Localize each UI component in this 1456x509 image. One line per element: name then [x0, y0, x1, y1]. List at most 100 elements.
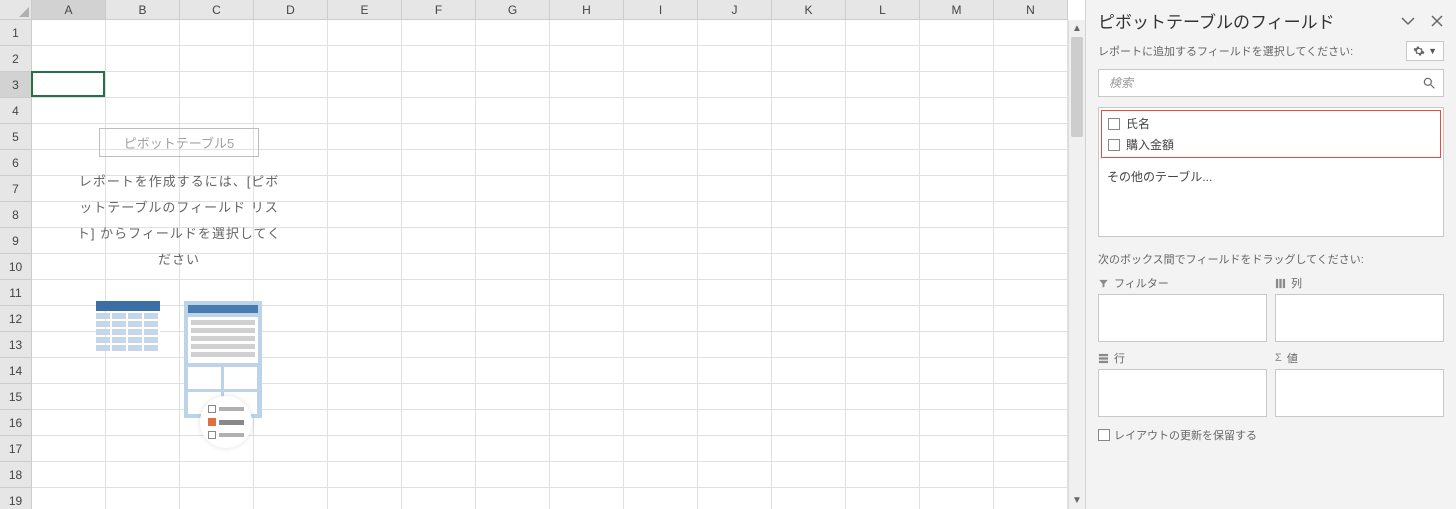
cell[interactable] — [106, 72, 180, 98]
cell[interactable] — [328, 280, 402, 306]
cell[interactable] — [846, 306, 920, 332]
cell[interactable] — [920, 46, 994, 72]
cell[interactable] — [476, 254, 550, 280]
cell[interactable] — [106, 488, 180, 509]
cell[interactable] — [180, 384, 254, 410]
cell[interactable] — [772, 306, 846, 332]
row-header[interactable]: 4 — [0, 98, 32, 124]
cell[interactable] — [32, 176, 106, 202]
cell[interactable] — [846, 280, 920, 306]
column-header[interactable]: E — [328, 0, 402, 20]
cell[interactable] — [846, 488, 920, 509]
cell[interactable] — [254, 358, 328, 384]
row-header[interactable]: 16 — [0, 410, 32, 436]
cell[interactable] — [254, 72, 328, 98]
cell[interactable] — [920, 488, 994, 509]
column-header[interactable]: F — [402, 0, 476, 20]
cell[interactable] — [994, 384, 1068, 410]
cell[interactable] — [32, 124, 106, 150]
cell[interactable] — [698, 358, 772, 384]
cell[interactable] — [32, 358, 106, 384]
cell[interactable] — [624, 462, 698, 488]
cell[interactable] — [254, 410, 328, 436]
cell[interactable] — [698, 46, 772, 72]
cell[interactable] — [772, 254, 846, 280]
cell[interactable] — [550, 20, 624, 46]
cell[interactable] — [698, 150, 772, 176]
cell[interactable] — [106, 46, 180, 72]
cell[interactable] — [402, 358, 476, 384]
cell[interactable] — [920, 124, 994, 150]
cell[interactable] — [624, 280, 698, 306]
close-pane-icon[interactable] — [1430, 14, 1444, 28]
cell[interactable] — [476, 46, 550, 72]
cell[interactable] — [920, 384, 994, 410]
cell[interactable] — [328, 410, 402, 436]
cell[interactable] — [328, 150, 402, 176]
column-header[interactable]: C — [180, 0, 254, 20]
column-header[interactable]: A — [32, 0, 106, 20]
cell[interactable] — [476, 72, 550, 98]
cell[interactable] — [254, 488, 328, 509]
row-header[interactable]: 1 — [0, 20, 32, 46]
cell[interactable] — [920, 150, 994, 176]
cell[interactable] — [772, 280, 846, 306]
row-header[interactable]: 13 — [0, 332, 32, 358]
cell[interactable] — [994, 124, 1068, 150]
cell[interactable] — [846, 124, 920, 150]
cell[interactable] — [402, 280, 476, 306]
cell[interactable] — [328, 124, 402, 150]
row-header[interactable]: 12 — [0, 306, 32, 332]
columns-drop-area[interactable] — [1275, 294, 1444, 342]
cell[interactable] — [550, 358, 624, 384]
cell[interactable] — [254, 462, 328, 488]
column-header[interactable]: I — [624, 0, 698, 20]
cell[interactable] — [698, 176, 772, 202]
cell[interactable] — [920, 280, 994, 306]
cell[interactable] — [32, 228, 106, 254]
cell[interactable] — [402, 332, 476, 358]
row-header[interactable]: 18 — [0, 462, 32, 488]
cell[interactable] — [846, 98, 920, 124]
cell[interactable] — [180, 358, 254, 384]
cell[interactable] — [550, 150, 624, 176]
cell[interactable] — [476, 176, 550, 202]
cell[interactable] — [698, 488, 772, 509]
cell[interactable] — [550, 384, 624, 410]
cell[interactable] — [476, 98, 550, 124]
cell[interactable] — [624, 332, 698, 358]
cell[interactable] — [180, 228, 254, 254]
cell[interactable] — [254, 384, 328, 410]
cell[interactable] — [846, 20, 920, 46]
row-header[interactable]: 17 — [0, 436, 32, 462]
cell[interactable] — [698, 280, 772, 306]
cell[interactable] — [624, 254, 698, 280]
cell[interactable] — [846, 228, 920, 254]
cell[interactable] — [624, 20, 698, 46]
cell[interactable] — [698, 462, 772, 488]
cell[interactable] — [32, 462, 106, 488]
cell[interactable] — [32, 280, 106, 306]
cell[interactable] — [254, 436, 328, 462]
scroll-track[interactable] — [1069, 37, 1085, 492]
cell[interactable] — [254, 150, 328, 176]
cell[interactable] — [476, 228, 550, 254]
cell[interactable] — [106, 176, 180, 202]
cell[interactable] — [772, 46, 846, 72]
cell[interactable] — [254, 124, 328, 150]
cell[interactable] — [328, 72, 402, 98]
cell[interactable] — [624, 306, 698, 332]
cell[interactable] — [402, 488, 476, 509]
cell[interactable] — [328, 20, 402, 46]
cell[interactable] — [402, 72, 476, 98]
cell[interactable] — [254, 20, 328, 46]
cell[interactable] — [106, 124, 180, 150]
search-icon[interactable] — [1415, 70, 1443, 96]
cell[interactable] — [698, 20, 772, 46]
cell[interactable] — [698, 254, 772, 280]
cell[interactable] — [254, 254, 328, 280]
cell[interactable] — [106, 228, 180, 254]
cell[interactable] — [550, 124, 624, 150]
cell[interactable] — [106, 280, 180, 306]
cell[interactable] — [254, 306, 328, 332]
